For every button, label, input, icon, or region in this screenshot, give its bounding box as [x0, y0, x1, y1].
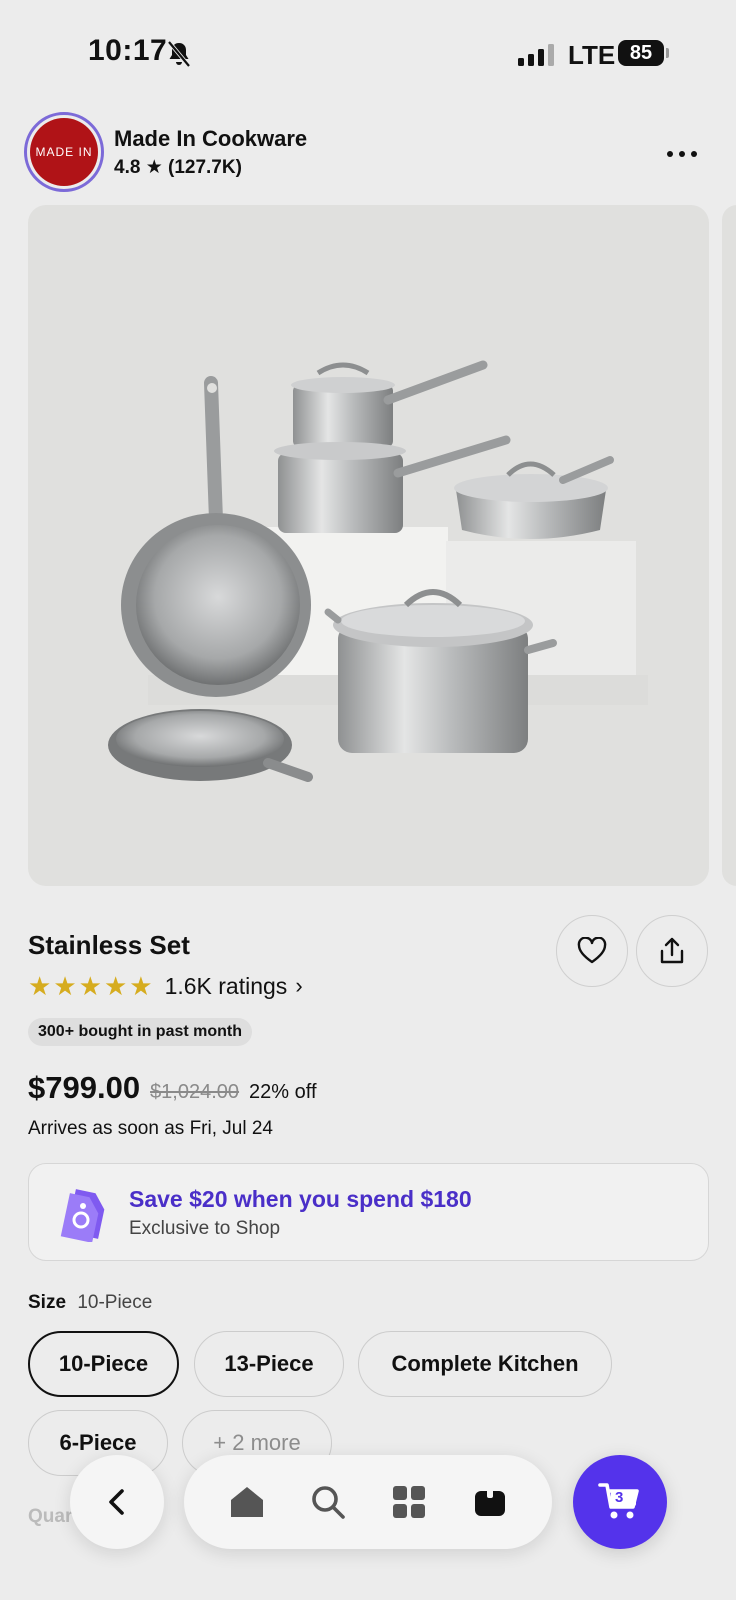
promo-subtitle: Exclusive to Shop [129, 1218, 281, 1239]
ratings-count: 1.6K ratings [164, 972, 288, 999]
orders-button[interactable] [465, 1477, 515, 1527]
store-name[interactable]: Made In Cookware [114, 126, 307, 152]
battery-level: 85 [618, 40, 664, 66]
bell-off-icon [166, 40, 192, 73]
tag-icon [57, 1186, 109, 1247]
grid-icon [392, 1486, 425, 1518]
quantity-label: Quar [28, 1506, 73, 1527]
signal-icon [518, 42, 554, 66]
dot-icon [691, 151, 697, 157]
cart-button[interactable]: 3 [573, 1455, 667, 1549]
size-option-complete-kitchen[interactable]: Complete Kitchen [358, 1331, 612, 1397]
star-icon: ★ [78, 971, 102, 1001]
store-avatar[interactable]: MADE IN [24, 112, 104, 192]
share-icon [660, 937, 684, 964]
share-button[interactable] [636, 915, 708, 987]
status-time: 10:17 [88, 34, 168, 67]
size-label-row: Size 10-Piece [28, 1292, 152, 1314]
size-option-13-piece[interactable]: 13-Piece [194, 1331, 344, 1397]
bottom-nav [184, 1455, 552, 1549]
dot-icon [667, 151, 673, 157]
product-image[interactable] [28, 205, 709, 886]
battery-icon: 85 [618, 40, 669, 66]
favorite-button[interactable] [556, 915, 628, 987]
promo-title: Save $20 when you spend $180 [129, 1186, 472, 1212]
ratings-link[interactable]: 1.6K ratings › [165, 973, 303, 1000]
cookware-set-image [108, 360, 648, 782]
star-icon: ★ [129, 971, 153, 1001]
original-price: $1,024.00 [150, 1081, 240, 1103]
more-options-button[interactable] [660, 140, 704, 168]
star-icon: ★ [28, 971, 52, 1001]
back-icon [109, 1489, 124, 1515]
selected-size: 10-Piece [77, 1292, 153, 1313]
cart-count-badge: 3 [615, 1489, 624, 1506]
rating-row[interactable]: ★ ★ ★ ★ ★ 1.6K ratings › [28, 970, 303, 1002]
store-header: MADE IN Made In Cookware 4.8 ★ (127.7K) [0, 112, 736, 198]
orders-icon [474, 1488, 505, 1516]
next-image-preview[interactable] [722, 205, 736, 886]
store-rating: 4.8 ★ (127.7K) [114, 157, 242, 178]
search-button[interactable] [303, 1477, 353, 1527]
product-title: Stainless Set [28, 930, 190, 960]
categories-button[interactable] [384, 1477, 434, 1527]
dot-icon [679, 151, 685, 157]
home-icon [230, 1487, 263, 1517]
arrival-date: Arrives as soon as Fri, Jul 24 [28, 1118, 273, 1139]
price-row: $799.00 $1,024.00 22% off [28, 1070, 317, 1106]
promo-card[interactable]: Save $20 when you spend $180 Exclusive t… [28, 1163, 709, 1261]
chevron-right-icon: › [295, 973, 303, 998]
back-button[interactable] [70, 1455, 164, 1549]
home-button[interactable] [222, 1477, 272, 1527]
star-icon: ★ [53, 971, 77, 1001]
network-label: LTE [568, 40, 616, 70]
star-rating: ★ ★ ★ ★ ★ [28, 973, 153, 999]
star-icon: ★ [103, 971, 128, 1001]
store-logo: MADE IN [30, 118, 98, 186]
status-bar: 10:17 LTE 85 [0, 0, 736, 100]
size-option-10-piece[interactable]: 10-Piece [28, 1331, 179, 1397]
price: $799.00 [28, 1070, 141, 1105]
discount-label: 22% off [249, 1081, 317, 1103]
size-label: Size [28, 1292, 67, 1313]
heart-icon [577, 937, 607, 964]
bought-badge: 300+ bought in past month [28, 1018, 253, 1046]
search-icon [311, 1486, 345, 1519]
